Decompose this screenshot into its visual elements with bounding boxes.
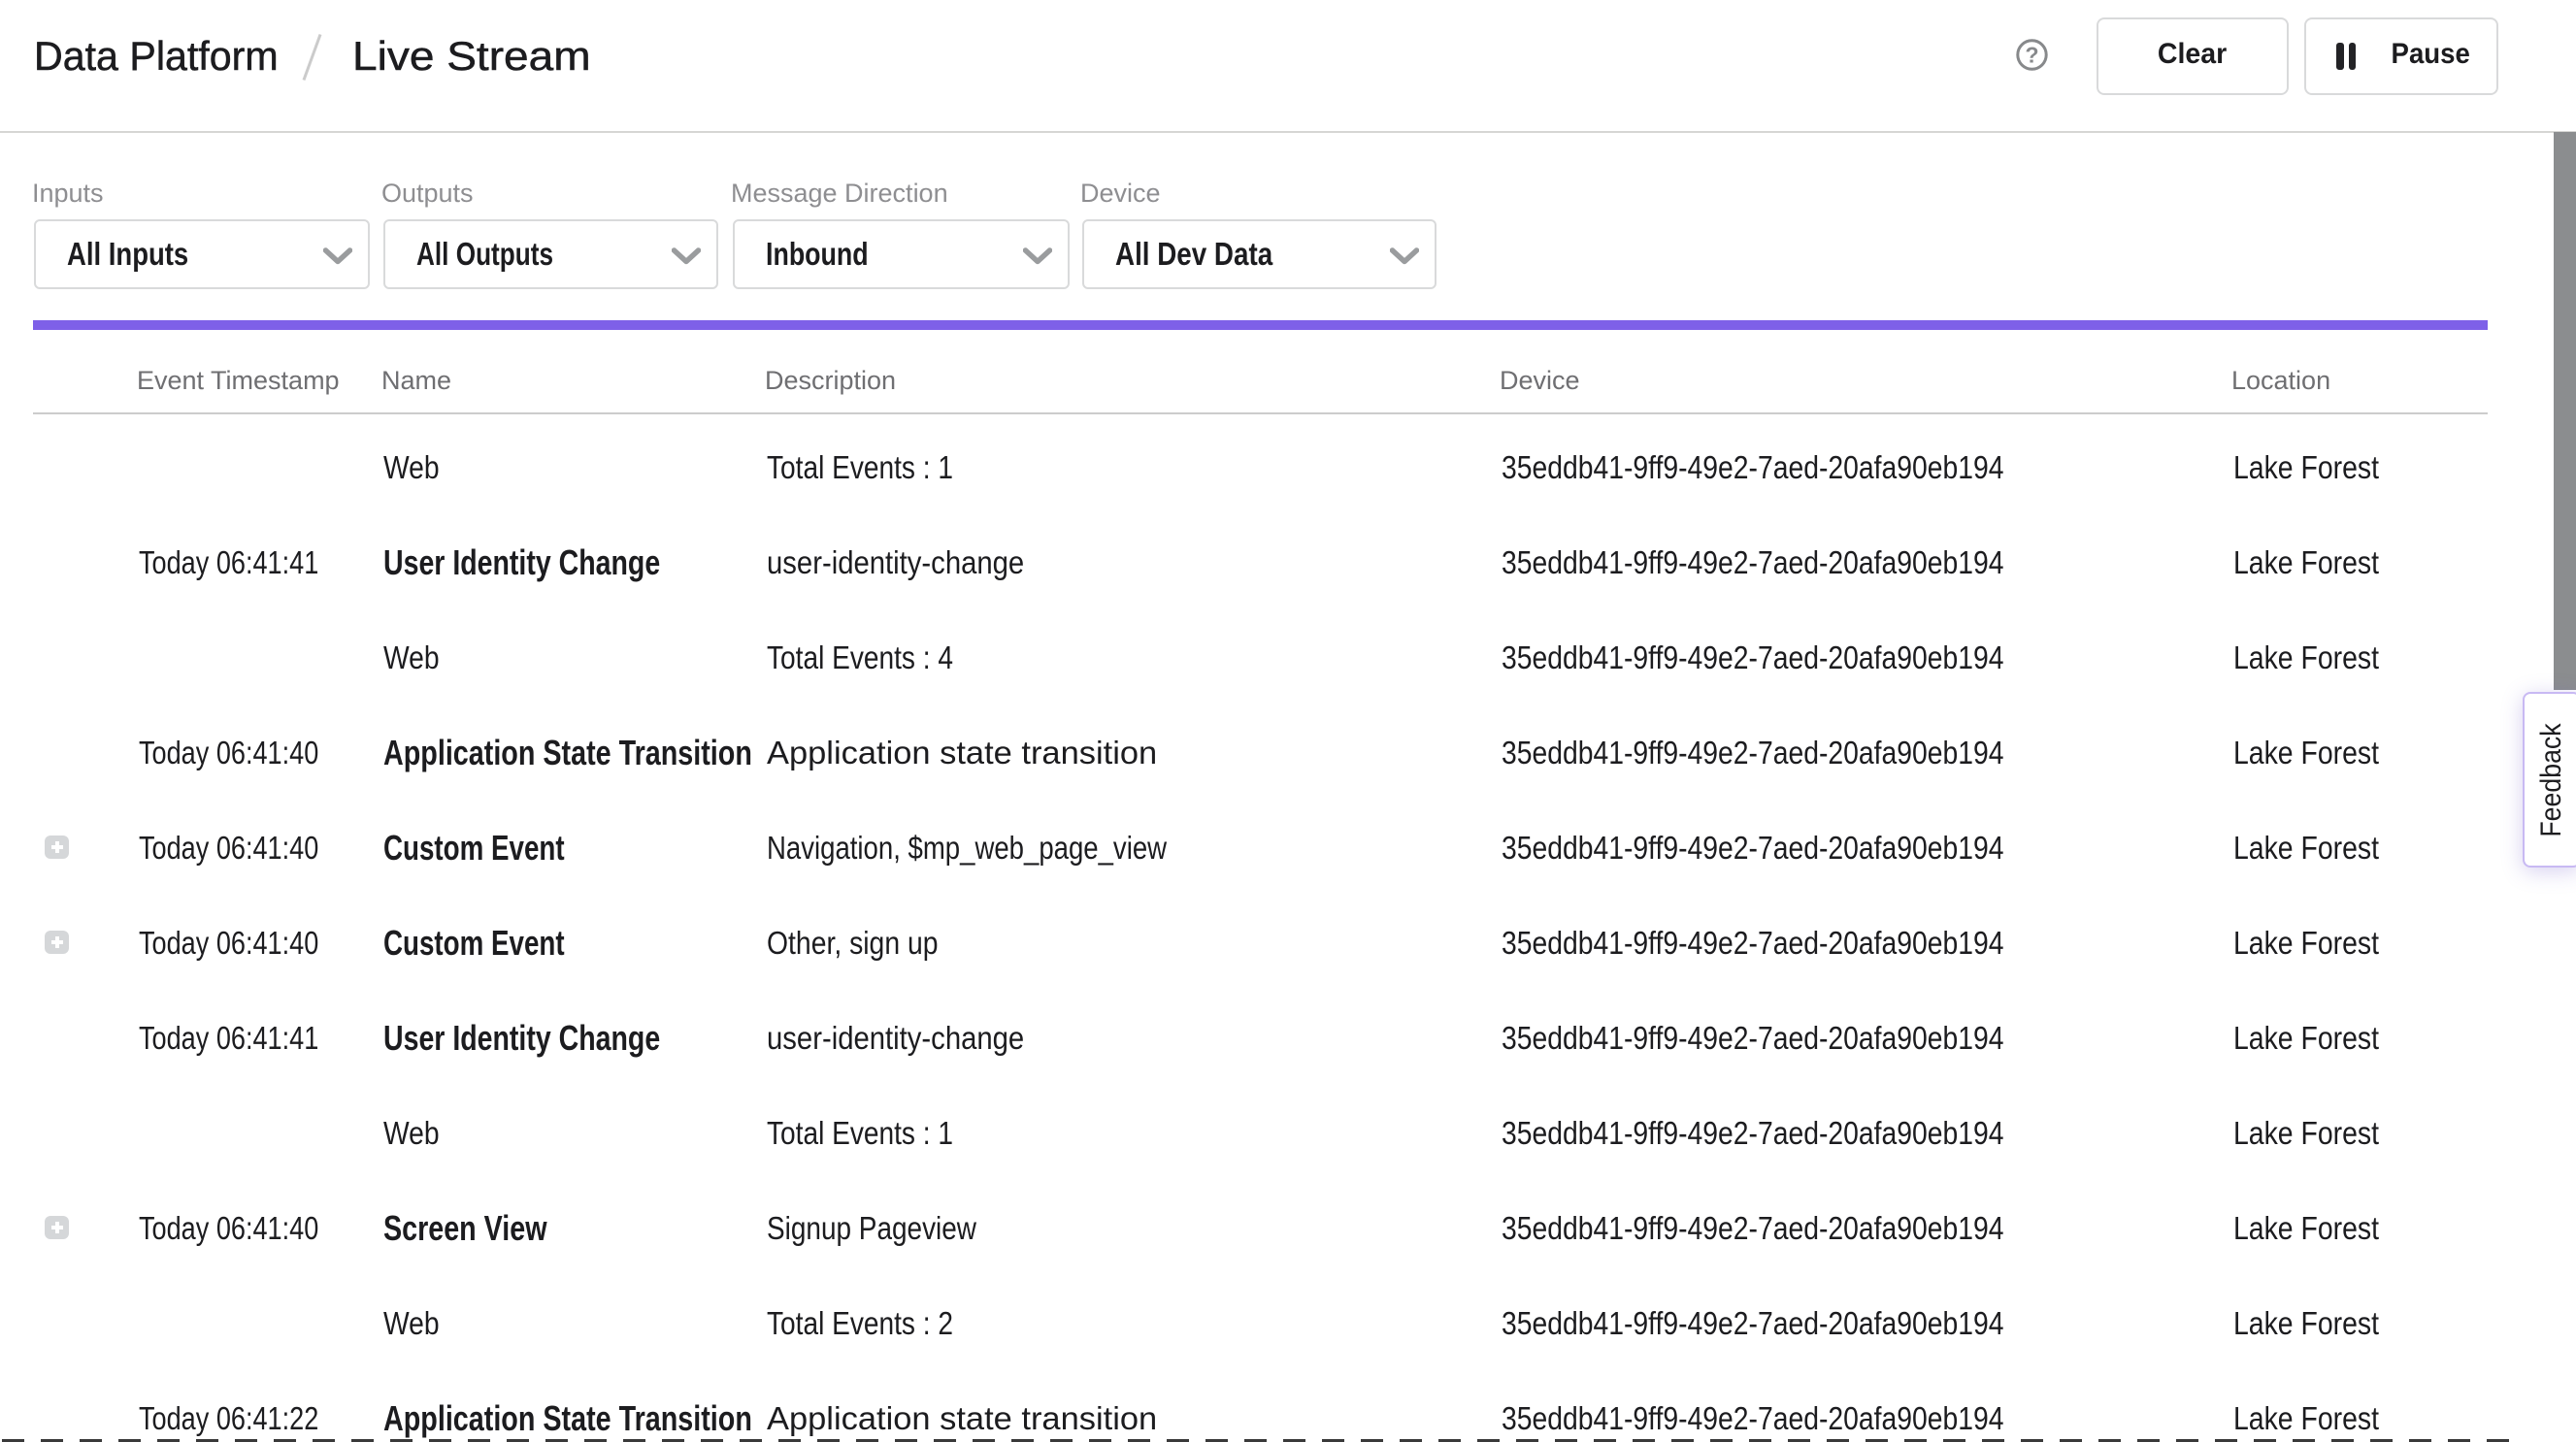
svg-text:?: ? xyxy=(2025,43,2038,68)
